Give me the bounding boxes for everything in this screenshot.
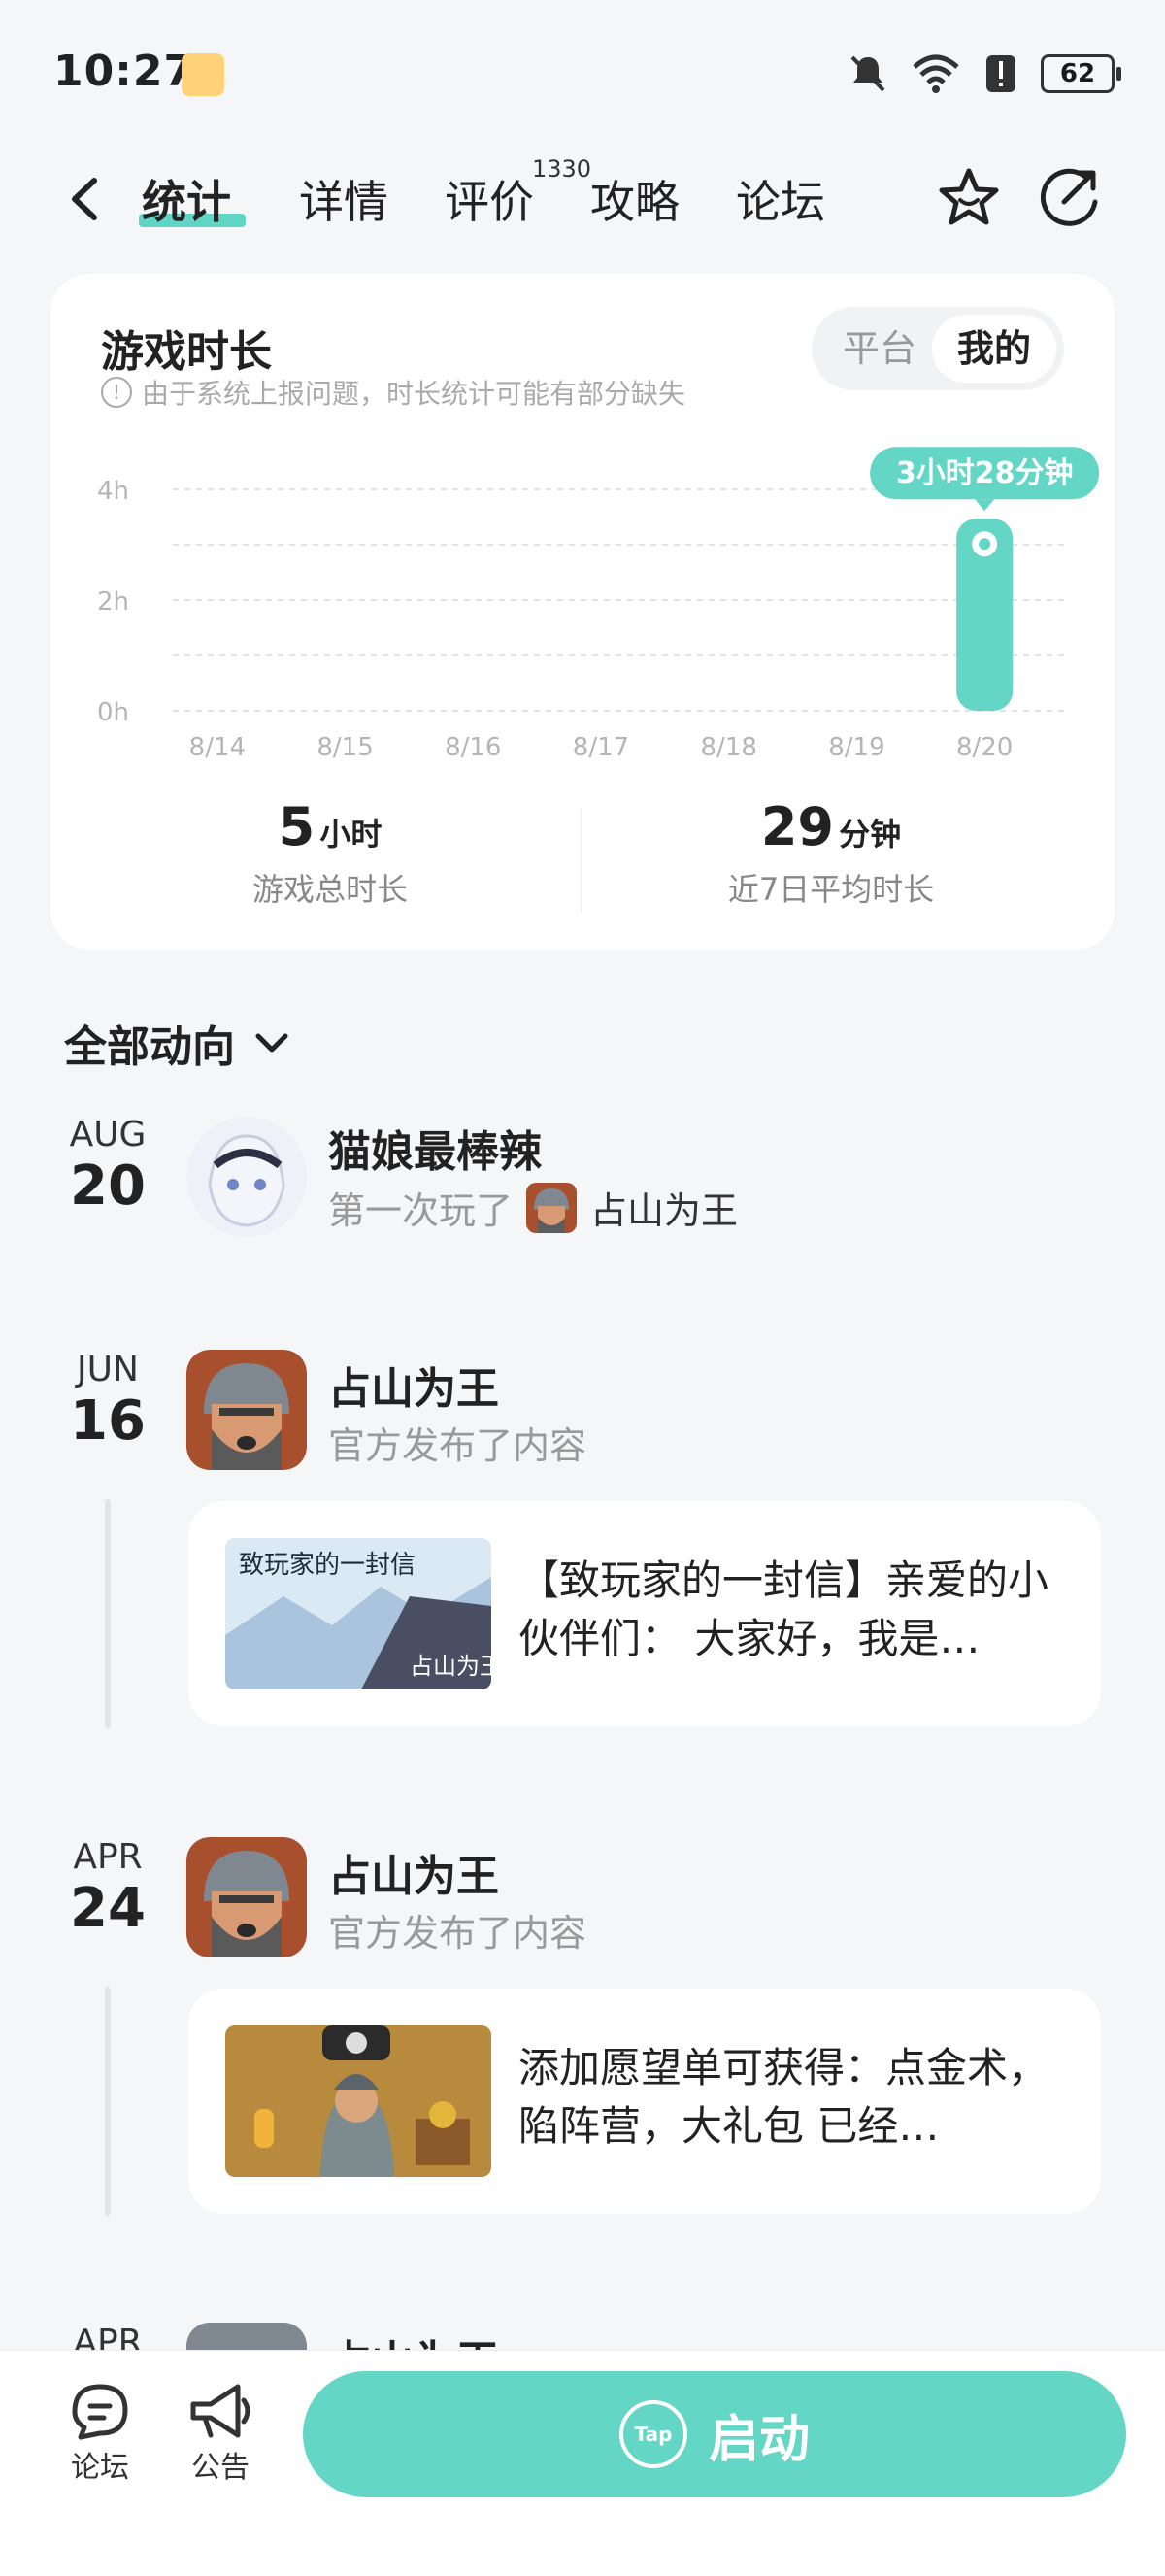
- y-tick-label: 0h: [97, 698, 129, 727]
- x-tick-label: 8/15: [316, 733, 373, 762]
- thumb-stamp: 占山为王: [410, 1653, 491, 1680]
- review-count-badge: 1330: [532, 155, 592, 183]
- forum-icon: [72, 2384, 128, 2440]
- summary-total: 5 小时 游戏总时长: [146, 796, 515, 910]
- avatar[interactable]: [186, 1117, 307, 1237]
- tap-logo-icon: Tap: [618, 2400, 687, 2468]
- tab-stats[interactable]: 统计: [142, 167, 231, 231]
- total-label: 游戏总时长: [251, 871, 408, 908]
- alert-icon: [986, 55, 1015, 92]
- forum-label: 论坛: [71, 2451, 129, 2485]
- note-text: 由于系统上报问题，时长统计可能有部分缺失: [142, 378, 686, 410]
- average-unit: 分钟: [839, 816, 902, 853]
- date-aug20: AUG 20: [54, 1115, 161, 1218]
- feed-item-title[interactable]: 猫娘最棒辣: [328, 1117, 542, 1179]
- launch-label: 启动: [708, 2410, 810, 2469]
- game-icon-small: [526, 1182, 578, 1233]
- post-text: 添加愿望单可获得：点金术，陷阵营，大礼包 已经…: [518, 2044, 1049, 2150]
- feed-item-title[interactable]: 占山为王: [328, 1354, 499, 1416]
- chevron-down-icon: [255, 1033, 288, 1053]
- x-tick-label: 8/18: [701, 733, 757, 762]
- tab-guides[interactable]: 攻略: [590, 167, 680, 231]
- playtime-chart: 0h 2h 4h 8/14 8/15 8/16 8/17 8/18 8/19 8/20 3小时28分…: [97, 447, 1100, 762]
- timeline-line: [105, 1499, 111, 1728]
- status-time: 10:27: [53, 47, 195, 96]
- y-tick-label: 4h: [97, 477, 129, 506]
- total-unit: 小时: [319, 816, 383, 853]
- date-day: 24: [70, 1877, 146, 1940]
- date-month: AUG: [69, 1115, 147, 1154]
- post-card[interactable]: 添加愿望单可获得：点金术，陷阵营，大礼包 已经…: [188, 1989, 1101, 2214]
- average-label: 近7日平均时长: [727, 871, 935, 908]
- date-day: 16: [70, 1389, 146, 1453]
- summary-average: 29 分钟 近7日平均时长: [647, 796, 1015, 910]
- total-value: 5: [278, 796, 316, 857]
- played-prefix: 第一次玩了: [328, 1189, 514, 1232]
- date-month: APR: [73, 1837, 143, 1877]
- notice-label: 公告: [191, 2451, 250, 2485]
- date-jun16: JUN 16: [54, 1350, 161, 1453]
- post-text: 【致玩家的一封信】亲爱的小伙伴们： 大家好，我是…: [518, 1556, 1049, 1662]
- played-game-name[interactable]: 占山为王: [590, 1181, 738, 1234]
- info-icon: !: [101, 377, 132, 408]
- status-icons: 62: [849, 50, 1121, 97]
- feed-item-sub: 官方发布了内容: [328, 1912, 587, 1955]
- notice-button[interactable]: 公告: [179, 2379, 262, 2486]
- toggle-platform[interactable]: 平台: [823, 315, 936, 383]
- card-title: 游戏时长: [101, 327, 272, 377]
- megaphone-icon: [190, 2384, 250, 2438]
- game-icon[interactable]: [186, 1350, 307, 1470]
- average-value: 29: [760, 796, 835, 857]
- user-avatar-image: [186, 1117, 307, 1237]
- post-thumbnail: 致玩家的一封信 占山为王: [225, 1538, 491, 1689]
- toggle-mine[interactable]: 我的: [932, 315, 1056, 383]
- x-tick-label: 8/19: [828, 733, 884, 762]
- feed-filter-label: 全部动向: [64, 1022, 235, 1072]
- forum-button[interactable]: 论坛: [58, 2379, 142, 2486]
- date-day: 20: [70, 1154, 146, 1218]
- x-tick-label: 8/17: [573, 733, 629, 762]
- post-card[interactable]: 致玩家的一封信 占山为王 【致玩家的一封信】亲爱的小伙伴们： 大家好，我是…: [188, 1501, 1101, 1726]
- annotation-label: 3小时28分钟: [896, 456, 1074, 490]
- bar-marker-dot: [979, 538, 991, 551]
- thumb-caption: 致玩家的一封信: [239, 1551, 416, 1580]
- back-icon[interactable]: [63, 175, 112, 223]
- card-note: ! 由于系统上报问题，时长统计可能有部分缺失: [101, 373, 685, 412]
- x-tick-label: 8/14: [189, 733, 246, 762]
- game-icon[interactable]: [186, 1837, 307, 1957]
- annotation-pointer: [975, 499, 995, 512]
- weather-icon: [182, 53, 224, 96]
- launch-button[interactable]: Tap 启动: [303, 2371, 1126, 2497]
- feed-item-sub: 第一次玩了 占山为王: [328, 1181, 738, 1234]
- summary-divider: [581, 808, 582, 913]
- tab-reviews[interactable]: 评价: [445, 167, 534, 231]
- bell-muted-icon: [850, 55, 885, 92]
- feed-item-title[interactable]: 占山为王: [328, 1841, 499, 1903]
- x-tick-label: 8/16: [445, 733, 501, 762]
- battery-icon: 62: [1041, 54, 1121, 93]
- share-icon[interactable]: [1035, 163, 1105, 233]
- date-month: JUN: [77, 1350, 139, 1389]
- feed-filter[interactable]: 全部动向: [64, 1012, 291, 1074]
- y-tick-label: 2h: [97, 587, 129, 617]
- tab-details[interactable]: 详情: [299, 167, 388, 231]
- feed-item-sub: 官方发布了内容: [328, 1424, 587, 1467]
- post-thumbnail: [225, 2025, 491, 2177]
- x-tick-label: 8/20: [956, 733, 1013, 762]
- wifi-icon: [913, 54, 959, 93]
- favorite-star-icon[interactable]: [934, 163, 1004, 233]
- date-apr24: APR 24: [54, 1837, 161, 1940]
- timeline-line: [105, 1987, 111, 2216]
- tab-forum[interactable]: 论坛: [736, 167, 825, 231]
